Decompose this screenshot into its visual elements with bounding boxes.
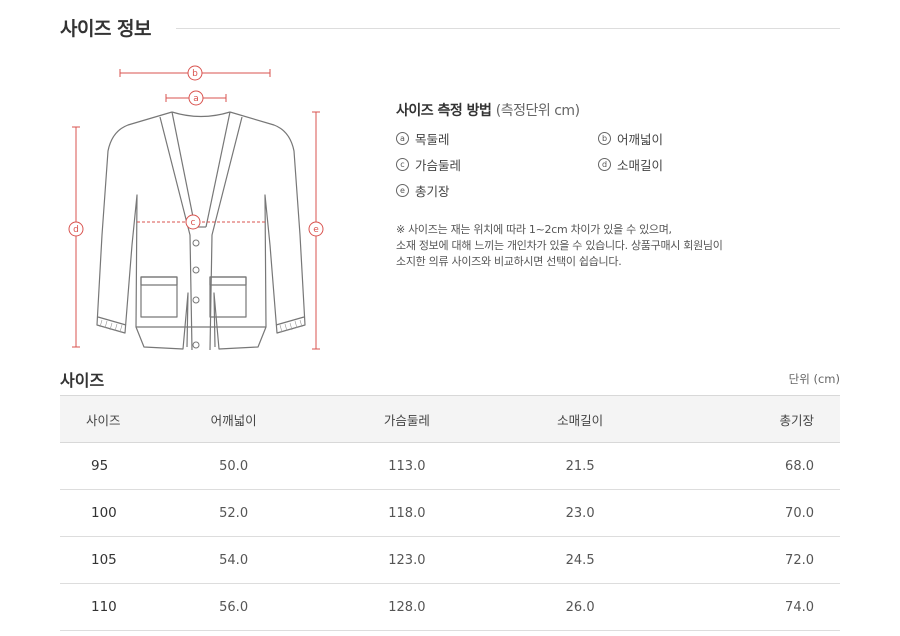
header-sleeve: 소매길이 [493, 395, 667, 443]
size-table-unit: 단위 (cm) [788, 372, 840, 386]
marker-a-label: a [193, 94, 199, 104]
cell-size: 95 [60, 442, 147, 490]
note-line: 소재 정보에 대해 느끼는 개인차가 있을 수 있습니다. 상품구매시 회원님이 [396, 239, 723, 252]
cell-chest: 113.0 [320, 442, 494, 490]
measurement-method: 사이즈 측정 방법 (측정단위 cm) a 목둘레 b 어깨넓이 c 가슴둘레 … [396, 100, 816, 270]
table-row: 95 50.0 113.0 21.5 68.0 [60, 442, 840, 490]
legend-item-a: a 목둘레 [396, 129, 598, 148]
measurement-unit: (측정단위 cm) [495, 103, 580, 119]
marker-b-label: b [192, 69, 198, 79]
marker-c-label: c [191, 218, 196, 228]
legend-item-d: d 소매길이 [598, 155, 798, 174]
cell-length: 72.0 [666, 536, 840, 584]
header-length: 총기장 [666, 395, 840, 443]
note-line: ※ 사이즈는 재는 위치에 따라 1~2cm 차이가 있을 수 있으며, [396, 223, 672, 236]
table-header-row: 사이즈 어깨넓이 가슴둘레 소매길이 총기장 [60, 395, 840, 443]
legend-marker-b: b [598, 132, 611, 145]
header-shoulder: 어깨넓이 [147, 395, 321, 443]
cell-chest: 123.0 [320, 536, 494, 584]
cell-shoulder: 52.0 [147, 489, 321, 537]
cell-sleeve: 24.5 [493, 536, 667, 584]
cuff-ribbing [99, 319, 303, 333]
marker-d-label: d [73, 225, 79, 235]
measurement-legend: a 목둘레 b 어깨넓이 c 가슴둘레 d 소매길이 e 총기장 [396, 129, 816, 200]
cell-shoulder: 56.0 [147, 583, 321, 631]
cell-size: 100 [60, 489, 147, 537]
cardigan-buttons [192, 239, 200, 349]
legend-marker-e: e [396, 184, 409, 197]
legend-item-b: b 어깨넓이 [598, 129, 798, 148]
cell-chest: 128.0 [320, 583, 494, 631]
cell-sleeve: 26.0 [493, 583, 667, 631]
cell-size: 105 [60, 536, 147, 584]
cell-sleeve: 23.0 [493, 489, 667, 537]
header-chest: 가슴둘레 [320, 395, 494, 443]
measurement-notes: ※ 사이즈는 재는 위치에 따라 1~2cm 차이가 있을 수 있으며, 소재 … [396, 222, 816, 270]
note-line: 소지한 의류 사이즈와 비교하시면 선택이 쉽습니다. [396, 255, 622, 268]
cell-size: 110 [60, 583, 147, 631]
header-size: 사이즈 [60, 395, 147, 443]
cell-shoulder: 54.0 [147, 536, 321, 584]
section-title: 사이즈 정보 [60, 18, 152, 40]
cell-length: 70.0 [666, 489, 840, 537]
cell-sleeve: 21.5 [493, 442, 667, 490]
table-row: 110 56.0 128.0 26.0 74.0 [60, 583, 840, 631]
legend-item-e: e 총기장 [396, 181, 598, 200]
cell-length: 74.0 [666, 583, 840, 631]
section-title-divider [176, 28, 840, 29]
legend-marker-a: a [396, 132, 409, 145]
marker-e-label: e [313, 225, 319, 235]
size-table: 사이즈 어깨넓이 가슴둘레 소매길이 총기장 95 50.0 113.0 21.… [60, 395, 840, 631]
table-row: 100 52.0 118.0 23.0 70.0 [60, 489, 840, 537]
legend-item-c: c 가슴둘레 [396, 155, 598, 174]
measurement-method-title: 사이즈 측정 방법 (측정단위 cm) [396, 103, 580, 119]
legend-marker-d: d [598, 158, 611, 171]
cell-shoulder: 50.0 [147, 442, 321, 490]
table-row: 105 54.0 123.0 24.5 72.0 [60, 536, 840, 584]
cardigan-outline [96, 111, 306, 351]
size-table-title: 사이즈 [60, 371, 105, 390]
cell-chest: 118.0 [320, 489, 494, 537]
cardigan-measurement-diagram: b a c d e [68, 65, 324, 351]
legend-marker-c: c [396, 158, 409, 171]
cell-length: 68.0 [666, 442, 840, 490]
